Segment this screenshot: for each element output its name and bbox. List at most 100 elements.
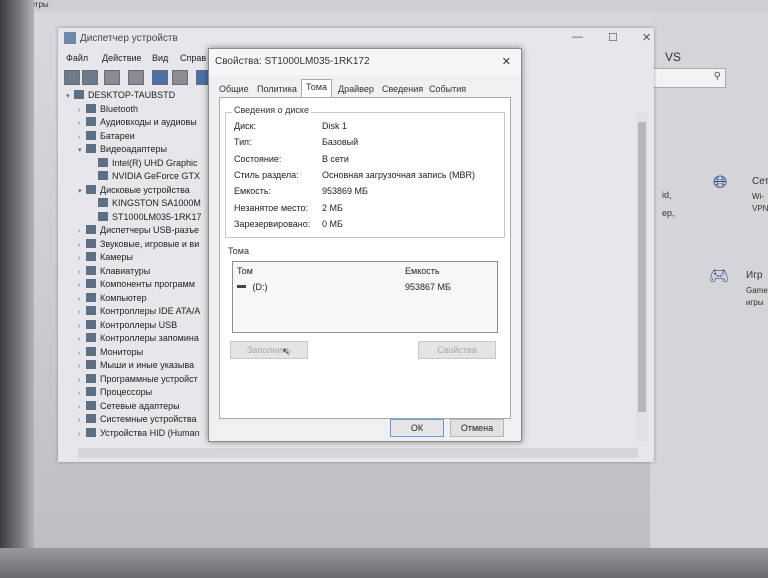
- forward-arrow-icon[interactable]: [82, 70, 98, 85]
- tree-item[interactable]: › Сетевые адаптеры: [78, 400, 180, 414]
- table-row[interactable]: (D:) 953867 МБ: [237, 282, 493, 294]
- dialog-close-icon[interactable]: ✕: [502, 55, 511, 68]
- scrollbar-thumb[interactable]: [638, 122, 646, 412]
- tree-item[interactable]: › Мыши и иные указыва: [78, 360, 194, 373]
- tab-volumes[interactable]: Тома: [301, 79, 332, 98]
- tab-policy[interactable]: Политика: [257, 82, 297, 97]
- keyboard-icon: [86, 265, 96, 275]
- chevron-right-icon[interactable]: ›: [78, 282, 86, 289]
- tree-item[interactable]: › Системные устройства: [78, 414, 197, 427]
- settings-network-title[interactable]: Сет: [752, 176, 768, 187]
- settings-network-line1: Wi-: [752, 192, 764, 201]
- chevron-right-icon[interactable]: ›: [78, 350, 86, 357]
- chevron-right-icon[interactable]: ›: [78, 404, 86, 411]
- ok-button[interactable]: ОК: [390, 419, 444, 437]
- tree-item[interactable]: ▾ DESKTOP-TAUBSTD: [66, 90, 175, 103]
- tree-item[interactable]: › Клавиатуры: [78, 265, 150, 279]
- network-globe-icon[interactable]: 🌐︎: [713, 172, 727, 193]
- gamepad-icon[interactable]: 🎮︎: [709, 266, 729, 286]
- chevron-right-icon[interactable]: ›: [78, 296, 86, 303]
- disk-info-label: Зарезервировано:: [234, 218, 311, 229]
- tree-item[interactable]: › Контроллеры IDE ATA/A: [78, 306, 200, 319]
- properties-button[interactable]: Свойства: [418, 341, 496, 359]
- chevron-right-icon[interactable]: ›: [78, 120, 86, 127]
- mouse-cursor-icon: ↖: [282, 347, 291, 358]
- dialog-titlebar[interactable]: Свойства: ST1000LM035-1RK172 ✕: [209, 49, 521, 75]
- tree-item[interactable]: › Мониторы: [78, 346, 143, 360]
- tree-item[interactable]: ▾ Дисковые устройства: [78, 184, 190, 198]
- bluetooth-icon: [86, 103, 96, 113]
- device-manager-titlebar[interactable]: Диспетчер устройств — ☐ ✕: [58, 28, 654, 50]
- chevron-down-icon[interactable]: ▾: [78, 146, 86, 154]
- tree-item[interactable]: › Устройства HID (Human: [78, 427, 200, 441]
- populate-button[interactable]: Заполнить: [230, 341, 308, 359]
- cancel-button[interactable]: Отмена: [450, 419, 504, 437]
- chevron-right-icon[interactable]: ›: [78, 309, 86, 316]
- update-driver-icon[interactable]: [172, 70, 188, 85]
- show-hide-icon[interactable]: [128, 70, 144, 85]
- tree-item[interactable]: › Компоненты программ: [78, 279, 195, 292]
- chevron-right-icon[interactable]: ›: [78, 336, 86, 343]
- chevron-right-icon[interactable]: ›: [78, 431, 86, 438]
- chevron-right-icon[interactable]: ›: [78, 242, 86, 249]
- device-manager-icon: [64, 32, 76, 44]
- tree-item-label: NVIDIA GeForce GTX: [112, 171, 201, 181]
- chevron-down-icon[interactable]: ▾: [66, 92, 74, 100]
- chevron-down-icon[interactable]: ▾: [78, 187, 86, 195]
- chevron-right-icon[interactable]: ›: [78, 255, 86, 262]
- menu-help[interactable]: Справ: [180, 53, 206, 63]
- tree-item-label: Процессоры: [100, 387, 153, 397]
- close-button[interactable]: ✕: [642, 31, 651, 44]
- chevron-right-icon[interactable]: ›: [78, 363, 86, 370]
- tree-item[interactable]: › Процессоры: [78, 387, 152, 400]
- tree-item[interactable]: › Аудиовходы и аудиовы: [78, 117, 197, 130]
- screen: Параметры VS id, ер, 🌐︎ Сет Wi- VPN 🎮︎ И…: [0, 0, 768, 578]
- chevron-right-icon[interactable]: ›: [78, 390, 86, 397]
- disk-info-value: Базовый: [322, 137, 359, 148]
- tab-driver[interactable]: Драйвер: [338, 82, 374, 97]
- tree-item[interactable]: › Батареи: [78, 130, 135, 144]
- tree-item[interactable]: › Звуковые, игровые и ви: [78, 238, 199, 252]
- tree-item[interactable]: Intel(R) UHD Graphic: [90, 157, 198, 171]
- tab-events[interactable]: События: [429, 82, 466, 97]
- menu-action[interactable]: Действие: [102, 53, 142, 63]
- chevron-right-icon[interactable]: ›: [78, 107, 86, 114]
- tab-details[interactable]: Сведения: [382, 82, 423, 97]
- chevron-right-icon[interactable]: ›: [78, 377, 86, 384]
- back-arrow-icon[interactable]: [64, 70, 80, 85]
- column-header-capacity[interactable]: Емкость: [405, 266, 440, 276]
- display-adapter-icon: [98, 171, 108, 180]
- disk-info-value: Disk 1: [322, 121, 348, 131]
- chevron-right-icon[interactable]: ›: [78, 228, 86, 235]
- menu-view[interactable]: Вид: [152, 53, 168, 63]
- chevron-right-icon[interactable]: ›: [78, 269, 86, 276]
- tree-item[interactable]: › Диспетчеры USB-разъе: [78, 225, 199, 238]
- tree-item[interactable]: KINGSTON SA1000M: [90, 198, 201, 211]
- chevron-right-icon[interactable]: ›: [78, 323, 86, 330]
- column-header-volume[interactable]: Том: [237, 266, 253, 276]
- monitor-bezel-bottom: [0, 548, 768, 578]
- tree-item[interactable]: › Bluetooth: [78, 103, 138, 117]
- device-tree-scrollbar[interactable]: [636, 112, 648, 442]
- tree-item[interactable]: › Контроллеры запомина: [78, 333, 199, 346]
- menu-file[interactable]: Файл: [66, 53, 88, 63]
- tree-item[interactable]: › Компьютер: [78, 292, 147, 306]
- tree-item[interactable]: ▾ Видеоадаптеры: [78, 144, 167, 157]
- tree-item[interactable]: ST1000LM035-1RK17: [90, 211, 202, 225]
- tree-item[interactable]: › Контроллеры USB: [78, 319, 177, 333]
- help-icon[interactable]: [152, 70, 168, 85]
- maximize-button[interactable]: ☐: [608, 31, 618, 44]
- tree-item[interactable]: › Камеры: [78, 252, 133, 265]
- tree-item[interactable]: › Программные устройст: [78, 373, 198, 387]
- volumes-group-title: Тома: [228, 246, 249, 256]
- chevron-right-icon[interactable]: ›: [78, 134, 86, 141]
- settings-network-line2: VPN: [752, 204, 768, 213]
- tab-general[interactable]: Общие: [219, 82, 249, 97]
- minimize-button[interactable]: —: [572, 31, 583, 43]
- tree-item[interactable]: NVIDIA GeForce GTX: [90, 171, 200, 184]
- volumes-list[interactable]: Том Емкость (D:) 953867 МБ: [232, 261, 498, 333]
- chevron-right-icon[interactable]: ›: [78, 417, 86, 424]
- settings-gaming-title[interactable]: Игр: [746, 270, 762, 281]
- properties-icon[interactable]: [104, 70, 120, 85]
- dialog-title: Свойства: ST1000LM035-1RK172: [215, 56, 370, 67]
